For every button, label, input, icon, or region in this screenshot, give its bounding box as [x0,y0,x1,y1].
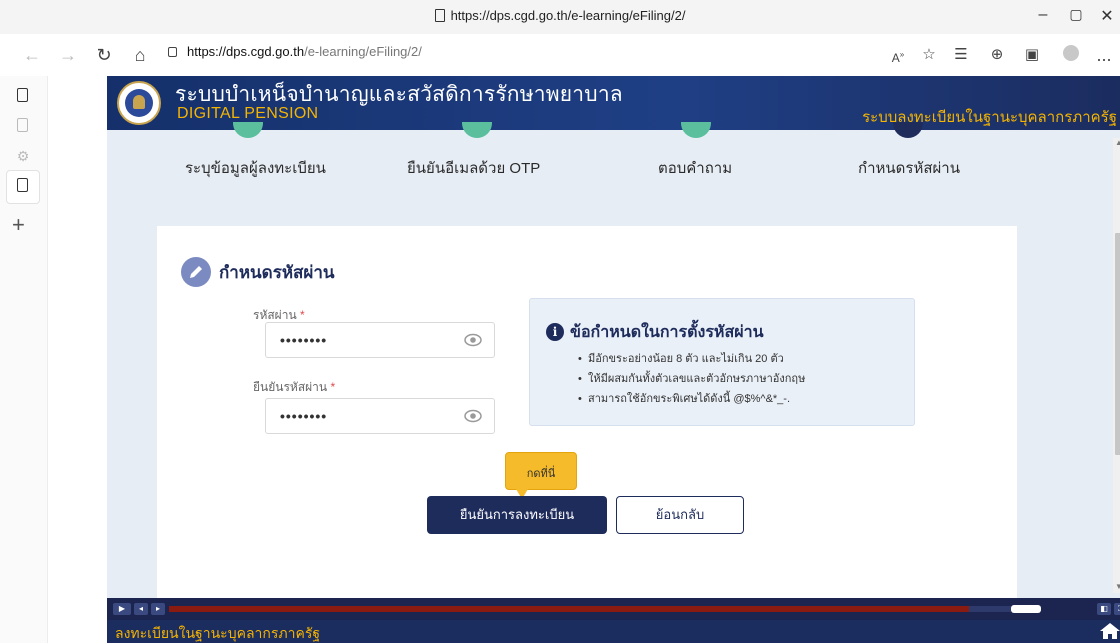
registration-stepper: ระบุข้อมูลผู้ลงทะเบียน ยืนยันอีเมลด้วย O… [107,122,1120,200]
rule-item: ให้มีผสมกันทั้งตัวเลขและตัวอักษรภาษาอังก… [578,369,805,389]
captions-icon[interactable]: ◧ [1097,603,1111,615]
window-title-text: https://dps.cgd.go.th/e-learning/eFiling… [450,8,686,23]
confirm-password-input[interactable]: •••••••• [265,398,495,434]
profile-avatar[interactable] [1059,44,1083,66]
url-host: https://dps.cgd.go.th [187,44,305,59]
scrollbar-thumb[interactable] [1115,233,1120,455]
read-aloud-icon[interactable]: A» [886,44,910,69]
progress-track[interactable] [169,606,1011,612]
confirm-password-value: •••••••• [280,408,328,424]
back-button[interactable]: ย้อนกลับ [616,496,744,534]
page-viewport: ระบบบำเหน็จบำนาญและสวัสดิการรักษาพยาบาล … [48,76,1120,643]
progress-fill [169,606,969,612]
tab-actions-icon[interactable] [14,88,32,108]
vertical-tabs-rail: ⚙ + [0,76,48,643]
rules-title: ข้อกำหนดในการตั้งรหัสผ่าน [570,324,764,341]
next-slide-icon[interactable]: ▸ [151,603,165,615]
pencil-icon [181,257,211,287]
add-favorite-icon[interactable]: ☆ [917,44,941,66]
tab-actions-shape [17,88,28,102]
password-label-text: รหัสผ่าน [253,308,297,322]
show-password-eye-icon[interactable] [464,333,482,347]
lock-icon [168,47,177,57]
pencil-icon-svg [190,266,202,278]
rules-list: มีอักขระอย่างน้อย 8 ตัว และไม่เกิน 20 ตั… [578,349,805,409]
step-4-label: กำหนดรหัสผ่าน [858,160,960,177]
prev-slide-icon[interactable]: ◂ [134,603,148,615]
tab-emblem-icon[interactable]: ⚙ [14,148,32,168]
set-password-card: กำหนดรหัสผ่าน รหัสผ่าน * •••••••• ยืนยัน… [157,226,1017,643]
app-title-en: DIGITAL PENSION [177,105,319,122]
active-tab-shape [17,178,28,192]
collections-icon[interactable]: ⊕ [985,44,1009,66]
password-value: •••••••• [280,332,328,348]
logo-emblem [125,89,153,117]
step-3-done-marker [681,122,711,138]
scroll-down-arrow-icon[interactable]: ▼ [1115,582,1120,591]
frame-scrollbar[interactable]: ▲ ▼ [1113,138,1120,593]
step-2-label: ยืนยันอีเมลด้วย OTP [407,160,541,177]
new-tab-icon[interactable]: + [12,212,25,238]
confirm-password-label: ยืนยันรหัสผ่าน * [253,378,335,397]
volume-slider[interactable] [1011,605,1041,613]
required-mark: * [330,380,336,394]
step-1-done-marker [233,122,263,138]
footer-text: ลงทะเบียนในฐานะบุคลากรภาครัฐ [115,625,321,641]
home-icon[interactable] [1099,622,1120,640]
extensions-icon[interactable]: ▣ [1020,44,1044,66]
confirm-label-text: ยืนยันรหัสผ่าน [253,380,328,394]
fullscreen-icon[interactable]: ⛶ [1114,603,1120,615]
tooltip-text: กดที่นี่ [526,468,556,480]
step-2-done-marker [462,122,492,138]
required-mark: * [300,308,305,322]
favorites-icon[interactable]: ☰ [949,44,973,66]
cgd-logo [117,81,161,125]
info-icon: i [546,323,564,341]
url-path: /e-learning/eFiling/2/ [304,44,422,59]
forward-arrow-icon[interactable]: → [56,44,80,66]
section-title: กำหนดรหัสผ่าน [219,263,335,282]
step-1-label: ระบุข้อมูลผู้ลงทะเบียน [185,160,326,177]
password-rules-box: i ข้อกำหนดในการตั้งรหัสผ่าน มีอักขระอย่า… [529,298,915,426]
password-input[interactable]: •••••••• [265,322,495,358]
reload-icon[interactable]: ↻ [92,44,116,66]
browser-toolbar: ← → ↻ ⌂ https://dps.cgd.go.th/e-learning… [0,34,1120,76]
confirm-registration-button[interactable]: ยืนยันการลงทะเบียน [427,496,607,534]
tab-page-icon[interactable] [14,118,32,138]
show-confirm-eye-icon[interactable] [464,409,482,423]
app-footer: ลงทะเบียนในฐานะบุคลากรภาครัฐ [107,620,1120,643]
page-icon [434,9,445,22]
tab-page-shape [17,118,28,132]
restore-button[interactable]: ▢ [1066,6,1086,23]
browser-title-bar: https://dps.cgd.go.th/e-learning/eFiling… [0,0,1120,34]
back-arrow-icon[interactable]: ← [20,44,44,66]
scroll-up-arrow-icon[interactable]: ▲ [1115,138,1120,147]
play-icon[interactable]: ▶ [113,603,131,615]
step-4-active-marker [893,122,923,138]
rule-item: มีอักขระอย่างน้อย 8 ตัว และไม่เกิน 20 ตั… [578,349,805,369]
close-button[interactable]: ✕ [1097,6,1117,26]
active-tab-icon[interactable] [14,178,32,198]
address-bar[interactable]: https://dps.cgd.go.th/e-learning/eFiling… [168,44,422,59]
elearning-frame: ระบบบำเหน็จบำนาญและสวัสดิการรักษาพยาบาล … [107,76,1120,643]
click-here-tooltip: กดที่นี่ [505,452,577,499]
step-3-label: ตอบคำถาม [658,160,733,177]
window-title: https://dps.cgd.go.th/e-learning/eFiling… [0,8,1120,23]
course-player-bar: ▶ ◂ ▸ ◧ ⛶ [107,598,1120,620]
home-browser-icon[interactable]: ⌂ [128,44,152,66]
minimize-button[interactable]: – [1033,6,1053,24]
more-menu-icon[interactable]: ... [1092,44,1116,66]
rule-item: สามารถใช้อักขระพิเศษได้ดังนี้ @$%^&*_-. [578,389,805,409]
